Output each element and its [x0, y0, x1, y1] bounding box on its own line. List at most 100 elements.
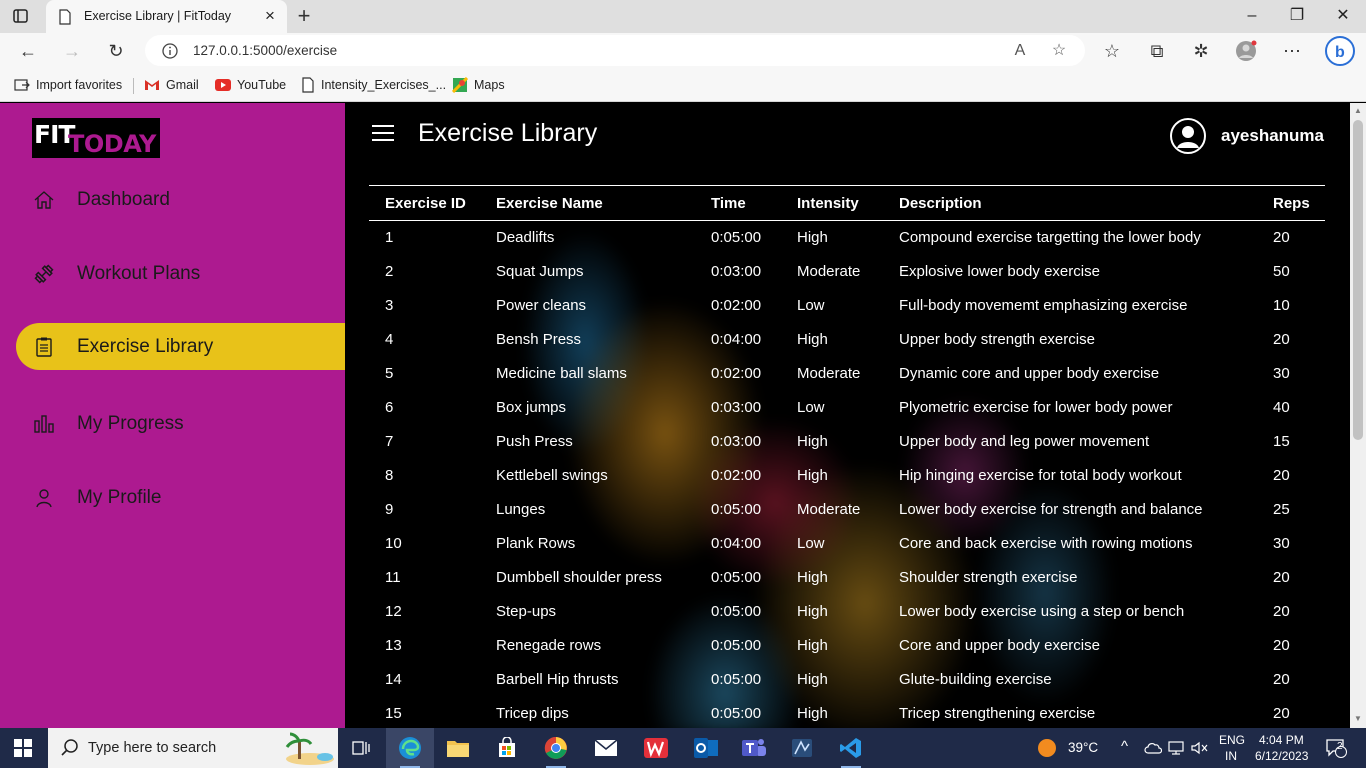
cell-intensity: Low — [797, 297, 825, 314]
weather-temperature[interactable]: 39°C — [1068, 740, 1098, 755]
weather-icon[interactable] — [1027, 728, 1067, 768]
taskbar-snipping-icon[interactable] — [778, 728, 826, 768]
notification-center-icon[interactable]: 2 — [1318, 728, 1354, 768]
browser-tab-active[interactable]: Exercise Library | FitToday × — [46, 0, 287, 33]
taskbar-wps-office-icon[interactable] — [632, 728, 680, 768]
svg-text:b: b — [1335, 44, 1345, 61]
cell-exercise-name: Step-ups — [496, 603, 557, 620]
volume-muted-icon[interactable] — [1188, 728, 1210, 768]
column-header-reps: Reps — [1273, 195, 1310, 212]
cell-exercise-name: Plank Rows — [496, 535, 576, 552]
cell-exercise-id: 1 — [385, 229, 394, 246]
taskbar-teams-icon[interactable] — [730, 728, 778, 768]
cell-time: 0:05:00 — [711, 569, 762, 586]
favorite-label: Gmail — [166, 78, 199, 92]
taskbar-vscode-icon[interactable] — [827, 728, 875, 768]
info-icon[interactable] — [161, 42, 179, 60]
cell-description: Glute-building exercise — [899, 671, 1052, 688]
url-text[interactable]: 127.0.0.1:5000/exercise — [193, 43, 337, 58]
cell-exercise-name: Kettlebell swings — [496, 467, 608, 484]
close-tab-icon[interactable]: × — [262, 7, 278, 25]
favorite-star-icon[interactable]: ☆ — [1048, 40, 1070, 62]
favorites-bar: Import favorites Gmail YouTube Intensity… — [0, 69, 1366, 102]
minimize-icon[interactable]: – — [1237, 4, 1267, 28]
cell-exercise-name: Box jumps — [496, 399, 567, 416]
dumbbell-icon — [33, 263, 55, 285]
sidebar-item-dashboard[interactable]: Dashboard — [16, 176, 345, 223]
cell-reps: 20 — [1273, 603, 1290, 620]
favorite-intensity-exercises[interactable]: Intensity_Exercises_... — [301, 75, 446, 95]
page-scrollbar[interactable]: ▲ ▼ — [1350, 103, 1366, 728]
onedrive-icon[interactable] — [1142, 728, 1164, 768]
cell-intensity: High — [797, 603, 828, 620]
favorite-maps[interactable]: Maps — [452, 75, 505, 95]
taskbar-edge-icon[interactable] — [386, 728, 434, 768]
favorite-gmail[interactable]: Gmail — [144, 75, 199, 95]
sidebar-item-my-profile[interactable]: My Profile — [16, 474, 345, 521]
user-avatar-icon[interactable] — [1170, 118, 1206, 154]
sidebar-item-label: Workout Plans — [77, 263, 201, 284]
bing-copilot-icon[interactable]: b — [1325, 36, 1355, 66]
taskbar-search-box[interactable]: Type here to search — [48, 728, 338, 768]
column-header-intensity: Intensity — [797, 195, 859, 212]
table-row: 7 Push Press 0:03:00 High Upper body and leg… — [369, 425, 1325, 459]
back-arrow-icon[interactable]: ← — [16, 40, 40, 62]
scroll-down-arrow-icon[interactable]: ▼ — [1354, 714, 1362, 723]
sidebar-item-exercise-library[interactable]: Exercise Library — [16, 323, 345, 370]
favorite-label: Intensity_Exercises_... — [321, 78, 447, 92]
cell-description: Compound exercise targetting the lower b… — [899, 229, 1201, 246]
cell-exercise-id: 10 — [385, 535, 402, 552]
cell-intensity: High — [797, 569, 828, 586]
scroll-up-arrow-icon[interactable]: ▲ — [1354, 106, 1362, 115]
network-icon[interactable] — [1165, 728, 1187, 768]
read-aloud-icon[interactable]: A — [1009, 40, 1031, 62]
username[interactable]: ayeshanuma — [1221, 126, 1324, 146]
scrollbar-thumb[interactable] — [1353, 120, 1363, 440]
cell-exercise-name: Dumbbell shoulder press — [496, 569, 662, 586]
sidebar-item-label: Dashboard — [77, 189, 170, 210]
taskbar-task-view-icon[interactable] — [338, 728, 386, 768]
clipboard-icon — [33, 336, 55, 358]
cell-exercise-id: 5 — [385, 365, 394, 382]
favorite-import[interactable]: Import favorites — [14, 75, 122, 95]
clock-date[interactable]: 6/12/2023 — [1255, 749, 1308, 763]
cell-exercise-id: 2 — [385, 263, 394, 280]
profile-icon[interactable] — [1234, 40, 1258, 62]
home-icon — [33, 189, 55, 211]
cell-time: 0:03:00 — [711, 433, 762, 450]
cell-time: 0:05:00 — [711, 603, 762, 620]
sidebar-item-my-progress[interactable]: My Progress — [16, 400, 345, 447]
language-indicator-1[interactable]: ENG — [1219, 733, 1245, 747]
extensions-icon[interactable]: ✲ — [1189, 40, 1213, 62]
fittoday-logo[interactable]: FIT TODAY — [32, 118, 160, 158]
address-bar[interactable]: 127.0.0.1:5000/exercise A ☆ — [145, 35, 1085, 66]
windows-start-icon[interactable] — [14, 739, 32, 757]
tab-actions-icon[interactable] — [11, 8, 31, 25]
hamburger-menu-icon[interactable] — [372, 125, 394, 143]
gmail-icon — [145, 80, 159, 90]
more-options-icon[interactable]: ⋯ — [1280, 40, 1304, 62]
close-window-icon[interactable]: ✕ — [1328, 4, 1358, 28]
search-placeholder: Type here to search — [88, 740, 217, 756]
taskbar-store-icon[interactable] — [483, 728, 531, 768]
language-indicator-2[interactable]: IN — [1225, 749, 1237, 763]
cell-intensity: High — [797, 331, 828, 348]
cell-intensity: Low — [797, 535, 825, 552]
show-hidden-icons-chevron-icon[interactable]: ^ — [1121, 738, 1128, 755]
restore-icon[interactable]: ❐ — [1282, 4, 1312, 28]
cell-description: Explosive lower body exercise — [899, 263, 1100, 280]
cell-exercise-id: 8 — [385, 467, 394, 484]
taskbar-chrome-icon[interactable] — [532, 728, 580, 768]
taskbar-outlook-icon[interactable] — [682, 728, 730, 768]
forward-arrow-icon[interactable]: → — [60, 40, 84, 62]
clock-time[interactable]: 4:04 PM — [1259, 733, 1304, 747]
taskbar-file-explorer-icon[interactable] — [434, 728, 482, 768]
sidebar-item-workout-plans[interactable]: Workout Plans — [16, 250, 345, 297]
refresh-icon[interactable]: ↻ — [104, 40, 128, 62]
favorites-icon[interactable]: ☆ — [1100, 40, 1124, 62]
taskbar-mail-icon[interactable] — [582, 728, 630, 768]
favorite-youtube[interactable]: YouTube — [215, 75, 286, 95]
collections-icon[interactable]: ⧉ — [1145, 40, 1169, 62]
new-tab-icon[interactable]: + — [293, 5, 315, 27]
browser-toolbar: ← → ↻ 127.0.0.1:5000/exercise A ☆ ☆ ⧉ ✲ … — [0, 33, 1366, 69]
